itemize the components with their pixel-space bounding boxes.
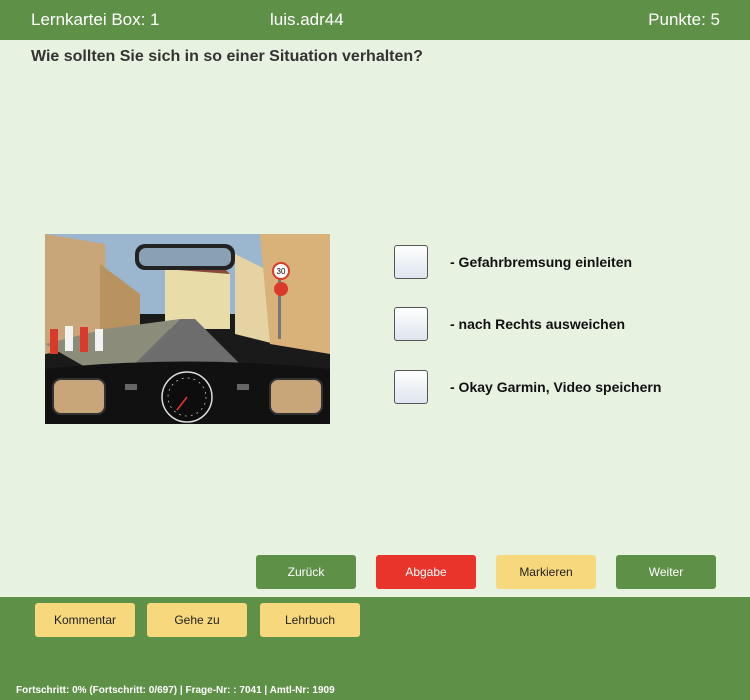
username: luis.adr44 [270, 10, 344, 29]
answer-checkbox[interactable] [394, 307, 428, 341]
textbook-button[interactable]: Lehrbuch [260, 603, 360, 637]
box-label: Lernkartei Box: 1 [31, 10, 160, 29]
comment-button[interactable]: Kommentar [35, 603, 135, 637]
answer-row: - Gefahrbremsung einleiten [394, 244, 632, 280]
question-image: 30 [45, 234, 330, 424]
submit-button[interactable]: Abgabe [376, 555, 476, 589]
answer-label: - Okay Garmin, Video speichern [450, 379, 662, 395]
answer-row: - Okay Garmin, Video speichern [394, 369, 661, 405]
top-bar: Lernkartei Box: 1 luis.adr44 Punkte: 5 [0, 0, 750, 40]
speed-limit-sign: 30 [277, 267, 286, 276]
progress-status: Fortschritt: 0% (Fortschritt: 0/697) | F… [16, 685, 335, 696]
answer-row: - nach Rechts ausweichen [394, 306, 625, 342]
question-text: Wie sollten Sie sich in so einer Situati… [31, 48, 423, 65]
answer-checkbox[interactable] [394, 370, 428, 404]
points-label: Punkte: 5 [648, 10, 720, 29]
back-button[interactable]: Zurück [256, 555, 356, 589]
answer-checkbox[interactable] [394, 245, 428, 279]
mark-button[interactable]: Markieren [496, 555, 596, 589]
answer-label: - nach Rechts ausweichen [450, 316, 626, 332]
next-button[interactable]: Weiter [616, 555, 716, 589]
answer-label: - Gefahrbremsung einleiten [450, 254, 633, 270]
goto-button[interactable]: Gehe zu [147, 603, 247, 637]
